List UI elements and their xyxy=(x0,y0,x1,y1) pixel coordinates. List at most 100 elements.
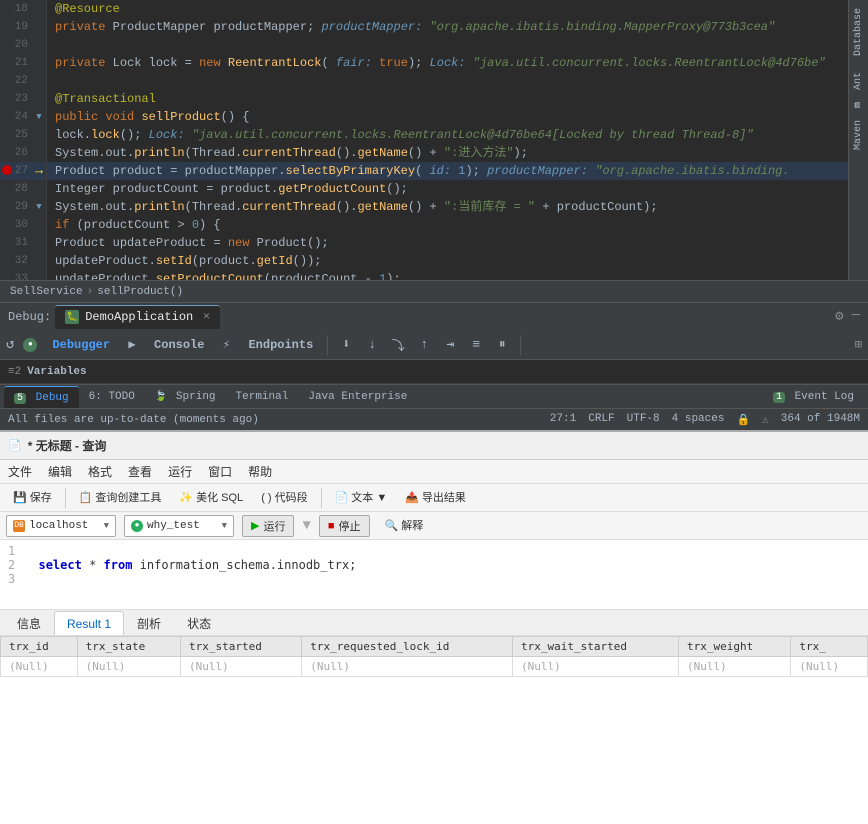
tab-event-log[interactable]: 1 Event Log xyxy=(763,386,864,408)
breadcrumb-method[interactable]: sellProduct() xyxy=(97,281,183,303)
toolbar-separator2 xyxy=(520,335,521,355)
save-icon: 💾 xyxy=(13,487,27,509)
layout-icon[interactable]: ⊞ xyxy=(855,337,862,352)
query-builder-icon: 📋 xyxy=(79,487,93,509)
thread-count[interactable]: ≡2 xyxy=(8,366,21,378)
step-over-btn[interactable]: ⬇ xyxy=(334,333,358,357)
db-name-icon: ● xyxy=(131,520,143,532)
code-line-30: if (productCount > 0) { xyxy=(47,216,848,234)
run-to-cursor-btn[interactable]: ⇥ xyxy=(438,333,462,357)
code-content[interactable]: @Resource private ProductMapper productM… xyxy=(47,0,848,280)
db-select[interactable]: ● why_test ▼ xyxy=(124,515,234,537)
menu-help[interactable]: 帮助 xyxy=(248,463,272,480)
export-button[interactable]: 📤 导出结果 xyxy=(398,487,473,509)
line-num-28: 28 xyxy=(0,180,32,198)
db-value: why_test xyxy=(147,520,200,532)
fold-icon-24[interactable]: ▼ xyxy=(36,112,41,122)
beautify-icon: ✨ xyxy=(179,487,193,509)
status-bar: All files are up-to-date (moments ago) 2… xyxy=(0,408,868,430)
endpoints-icon: ⚡ xyxy=(223,337,230,352)
code-line-33: updateProduct.setProductCount(productCou… xyxy=(47,270,848,280)
run-separator: ▼ xyxy=(302,518,310,534)
menu-window[interactable]: 窗口 xyxy=(208,463,232,480)
code-line-22 xyxy=(47,72,848,90)
ide-section: 18 19 20 21 22 23 24▼ 25 26 27 → 28 29▼ … xyxy=(0,0,868,430)
result-tab-status[interactable]: 状态 xyxy=(174,611,224,635)
menu-view[interactable]: 查看 xyxy=(128,463,152,480)
line-num-30: 30 xyxy=(0,216,32,234)
code-line-29: System.out.println(Thread.currentThread(… xyxy=(47,198,848,216)
rerun-icon[interactable]: ↺ xyxy=(6,336,14,353)
console-tab[interactable]: ▶ xyxy=(120,333,144,357)
run-button[interactable]: ▶ 运行 xyxy=(242,515,294,537)
explain-button[interactable]: 🔍 解释 xyxy=(378,515,431,537)
line-num-32: 32 xyxy=(0,252,32,270)
tab-todo[interactable]: 6: TODO xyxy=(79,386,145,408)
debug-tab-close[interactable]: ✕ xyxy=(203,305,210,329)
db-icon: DB xyxy=(13,520,25,532)
endpoints-label[interactable]: Endpoints xyxy=(240,338,321,352)
breadcrumb-class[interactable]: SellService xyxy=(10,281,83,303)
result-tabs: 信息 Result 1 剖析 状态 xyxy=(0,610,868,636)
sql-line-2: 2 select * from information_schema.innod… xyxy=(8,558,860,572)
line-num-27: 27 xyxy=(0,162,32,180)
result-tab-profile[interactable]: 剖析 xyxy=(124,611,174,635)
beautify-sql-button[interactable]: ✨ 美化 SQL xyxy=(172,487,250,509)
save-button[interactable]: 💾 保存 xyxy=(6,487,59,509)
sidebar-item-database[interactable]: Database xyxy=(851,0,866,64)
code-line-19: private ProductMapper productMapper; pro… xyxy=(47,18,848,36)
sidebar-item-maven[interactable]: Maven xyxy=(851,112,866,158)
stop-button[interactable]: ■ 停止 xyxy=(319,515,370,537)
sidebar-item-m[interactable]: m xyxy=(851,98,866,112)
step-into-btn[interactable]: ↓ xyxy=(360,333,384,357)
sql-code-area[interactable]: 1 2 select * from information_schema.inn… xyxy=(0,540,868,610)
explain-icon: 🔍 xyxy=(385,515,399,537)
text-button[interactable]: 📄 文本 ▼ xyxy=(328,487,395,509)
connection-bar: DB localhost ▼ ● why_test ▼ ▶ 运行 ▼ ■ 停止 … xyxy=(0,512,868,540)
debug-tab-bar: Debug: 🐛 DemoApplication ✕ ⚙ ─ xyxy=(0,302,868,330)
stop-label: 停止 xyxy=(339,518,361,534)
sidebar-item-ant[interactable]: Ant xyxy=(851,64,866,98)
tab-java-enterprise[interactable]: Java Enterprise xyxy=(298,386,417,408)
force-step-into-btn[interactable]: ⤵ xyxy=(386,333,410,357)
minimize-icon[interactable]: ─ xyxy=(852,308,860,325)
text-icon: 📄 xyxy=(335,487,349,509)
debugger-label[interactable]: Debugger xyxy=(44,338,118,352)
fold-icon-29[interactable]: ▼ xyxy=(36,202,41,212)
line-num-31: 31 xyxy=(0,234,32,252)
pause-btn[interactable]: ⏸ xyxy=(490,333,514,357)
bottom-tabs: 5 Debug 6: TODO 🍃 Spring Terminal Java E… xyxy=(0,384,868,408)
console-label[interactable]: Console xyxy=(146,338,212,352)
menu-format[interactable]: 格式 xyxy=(88,463,112,480)
line-num-26: 26 xyxy=(0,144,32,162)
tb-sep2 xyxy=(321,488,322,508)
result-tab-info[interactable]: 信息 xyxy=(4,611,54,635)
debug-tab-num: 5 xyxy=(14,393,26,404)
table-row: (Null) (Null) (Null) (Null) (Null) (Null… xyxy=(1,657,868,677)
settings-icon[interactable]: ⚙ xyxy=(835,308,843,325)
step-out-btn[interactable]: ↑ xyxy=(412,333,436,357)
host-select[interactable]: DB localhost ▼ xyxy=(6,515,116,537)
event-log-num: 1 xyxy=(773,392,785,403)
query-builder-button[interactable]: 📋 查询创建工具 xyxy=(72,487,169,509)
code-snippet-button[interactable]: ( ) 代码段 xyxy=(254,487,314,509)
code-area: 18 19 20 21 22 23 24▼ 25 26 27 → 28 29▼ … xyxy=(0,0,868,280)
evaluate-btn[interactable]: ≡ xyxy=(464,333,488,357)
toolbar-separator xyxy=(327,335,328,355)
tab-debug[interactable]: 5 Debug xyxy=(4,386,79,408)
debug-tab-demo[interactable]: 🐛 DemoApplication ✕ xyxy=(55,305,220,329)
col-trx-wait-started: trx_wait_started xyxy=(512,637,678,657)
menu-edit[interactable]: 编辑 xyxy=(48,463,72,480)
debugger-tab[interactable]: ● xyxy=(18,333,42,357)
tab-spring[interactable]: 🍃 Spring xyxy=(145,386,226,408)
code-line-28: Integer productCount = product.getProduc… xyxy=(47,180,848,198)
variables-label: Variables xyxy=(27,366,86,378)
line-num-19: 19 xyxy=(0,18,32,36)
menu-file[interactable]: 文件 xyxy=(8,463,32,480)
result-tab-result1[interactable]: Result 1 xyxy=(54,611,124,635)
code-snippet-icon: ( ) xyxy=(261,487,271,509)
lock-icon: 🔒 xyxy=(736,413,750,427)
tab-terminal[interactable]: Terminal xyxy=(226,386,299,408)
menu-run[interactable]: 运行 xyxy=(168,463,192,480)
endpoints-tab[interactable]: ⚡ xyxy=(214,333,238,357)
